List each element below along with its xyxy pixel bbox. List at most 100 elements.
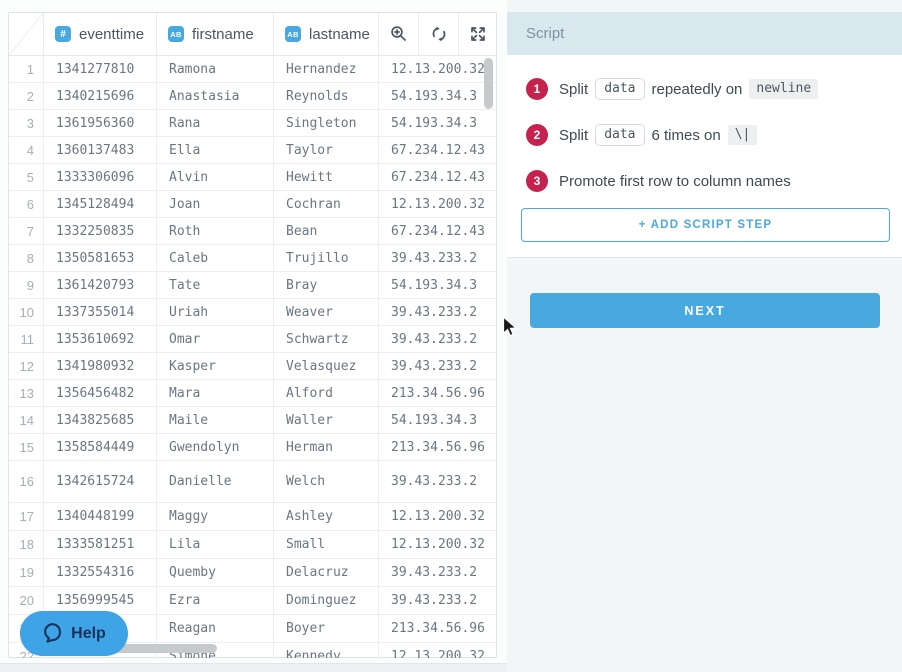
cell-col4[interactable]: 39.43.233.2	[378, 559, 496, 586]
table-row[interactable]: 2 1340215696 Anastasia Reynolds 54.193.3…	[9, 83, 496, 110]
cell-eventtime[interactable]: 1350581653	[43, 245, 156, 271]
cell-firstname[interactable]: Alvin	[156, 164, 273, 190]
cell-lastname[interactable]: Reynolds	[273, 83, 378, 109]
cell-firstname[interactable]: Uriah	[156, 299, 273, 325]
cell-col4[interactable]: 213.34.56.96	[378, 380, 496, 406]
table-row[interactable]: 6 1345128494 Joan Cochran 12.13.200.32	[9, 191, 496, 218]
cell-col4[interactable]: 54.193.34.3	[378, 272, 496, 298]
cell-firstname[interactable]: Danielle	[156, 461, 273, 502]
cell-col4[interactable]: 39.43.233.2	[378, 245, 496, 271]
table-row[interactable]: 17 1340448199 Maggy Ashley 12.13.200.32	[9, 503, 496, 531]
cell-lastname[interactable]: Alford	[273, 380, 378, 406]
table-row[interactable]: 8 1350581653 Caleb Trujillo 39.43.233.2	[9, 245, 496, 272]
cell-col4[interactable]: 12.13.200.32	[378, 643, 496, 658]
script-step[interactable]: 1 Splitdatarepeatedly onnewline	[526, 66, 902, 112]
cell-col4[interactable]: 12.13.200.32	[378, 56, 496, 82]
cell-lastname[interactable]: Waller	[273, 407, 378, 433]
cell-col4[interactable]: 54.193.34.3	[378, 110, 496, 136]
expand-button[interactable]	[458, 13, 496, 55]
vertical-scrollbar[interactable]	[484, 58, 493, 109]
cell-eventtime[interactable]: 1341277810	[43, 56, 156, 82]
cell-firstname[interactable]: Joan	[156, 191, 273, 217]
cell-lastname[interactable]: Trujillo	[273, 245, 378, 271]
cell-lastname[interactable]: Taylor	[273, 137, 378, 163]
table-row[interactable]: 14 1343825685 Maile Waller 54.193.34.3	[9, 407, 496, 434]
cell-firstname[interactable]: Ella	[156, 137, 273, 163]
table-row[interactable]: 13 1356456482 Mara Alford 213.34.56.96	[9, 380, 496, 407]
cell-col4[interactable]: 39.43.233.2	[378, 353, 496, 379]
add-script-step-button[interactable]: + ADD SCRIPT STEP	[521, 208, 890, 242]
cell-firstname[interactable]: Tate	[156, 272, 273, 298]
table-row[interactable]: 19 1332554316 Quemby Delacruz 39.43.233.…	[9, 559, 496, 587]
column-header-eventtime[interactable]: # eventtime	[43, 13, 156, 55]
cell-eventtime[interactable]: 1340215696	[43, 83, 156, 109]
cell-lastname[interactable]: Velasquez	[273, 353, 378, 379]
cell-firstname[interactable]: Maile	[156, 407, 273, 433]
table-row[interactable]: 4 1360137483 Ella Taylor 67.234.12.43	[9, 137, 496, 164]
cell-firstname[interactable]: Roth	[156, 218, 273, 244]
table-row[interactable]: 3 1361956360 Rana Singleton 54.193.34.3	[9, 110, 496, 137]
cell-lastname[interactable]: Schwartz	[273, 326, 378, 352]
script-step[interactable]: 3 Promote first row to column names	[526, 158, 902, 204]
table-row[interactable]: 18 1333581251 Lila Small 12.13.200.32	[9, 531, 496, 559]
cell-lastname[interactable]: Hewitt	[273, 164, 378, 190]
cell-lastname[interactable]: Herman	[273, 434, 378, 460]
cell-lastname[interactable]: Dominguez	[273, 587, 378, 614]
cell-col4[interactable]: 12.13.200.32	[378, 503, 496, 530]
table-row[interactable]: 10 1337355014 Uriah Weaver 39.43.233.2	[9, 299, 496, 326]
cell-eventtime[interactable]: 1356456482	[43, 380, 156, 406]
cell-eventtime[interactable]: 1358584449	[43, 434, 156, 460]
cell-lastname[interactable]: Singleton	[273, 110, 378, 136]
cell-lastname[interactable]: Boyer	[273, 615, 378, 642]
cell-col4[interactable]: 39.43.233.2	[378, 326, 496, 352]
table-row[interactable]: 15 1358584449 Gwendolyn Herman 213.34.56…	[9, 434, 496, 461]
cell-firstname[interactable]: Gwendolyn	[156, 434, 273, 460]
cell-col4[interactable]: 39.43.233.2	[378, 299, 496, 325]
cell-col4[interactable]: 213.34.56.96	[378, 615, 496, 642]
cell-col4[interactable]: 39.43.233.2	[378, 461, 496, 502]
cell-eventtime[interactable]: 1333306096	[43, 164, 156, 190]
cell-eventtime[interactable]: 1332250835	[43, 218, 156, 244]
cell-lastname[interactable]: Cochran	[273, 191, 378, 217]
table-row[interactable]: 7 1332250835 Roth Bean 67.234.12.43	[9, 218, 496, 245]
script-step[interactable]: 2 Splitdata6 times on\|	[526, 112, 902, 158]
cell-lastname[interactable]: Welch	[273, 461, 378, 502]
cell-firstname[interactable]: Mara	[156, 380, 273, 406]
cell-col4[interactable]: 12.13.200.32	[378, 191, 496, 217]
cell-lastname[interactable]: Small	[273, 531, 378, 558]
cell-col4[interactable]: 67.234.12.43	[378, 164, 496, 190]
cell-eventtime[interactable]: 1340448199	[43, 503, 156, 530]
table-row[interactable]: 1 1341277810 Ramona Hernandez 12.13.200.…	[9, 56, 496, 83]
table-row[interactable]: 11 1353610692 Omar Schwartz 39.43.233.2	[9, 326, 496, 353]
table-row[interactable]: 9 1361420793 Tate Bray 54.193.34.3	[9, 272, 496, 299]
step-token[interactable]: \|	[728, 125, 758, 145]
zoom-in-button[interactable]	[378, 13, 418, 55]
cell-eventtime[interactable]: 1333581251	[43, 531, 156, 558]
table-row[interactable]: 16 1342615724 Danielle Welch 39.43.233.2	[9, 461, 496, 503]
cell-eventtime[interactable]: 1343825685	[43, 407, 156, 433]
table-row[interactable]: 5 1333306096 Alvin Hewitt 67.234.12.43	[9, 164, 496, 191]
cell-eventtime[interactable]: 1360137483	[43, 137, 156, 163]
cell-eventtime[interactable]: 1353610692	[43, 326, 156, 352]
refresh-button[interactable]	[418, 13, 458, 55]
cell-firstname[interactable]: Rana	[156, 110, 273, 136]
cell-firstname[interactable]: Kasper	[156, 353, 273, 379]
cell-eventtime[interactable]: 1356999545	[43, 587, 156, 614]
cell-firstname[interactable]: Anastasia	[156, 83, 273, 109]
column-header-lastname[interactable]: AB lastname	[273, 13, 378, 55]
cell-lastname[interactable]: Kennedy	[273, 643, 378, 658]
cell-eventtime[interactable]: 1341980932	[43, 353, 156, 379]
cell-eventtime[interactable]: 1342615724	[43, 461, 156, 502]
cell-eventtime[interactable]: 1332554316	[43, 559, 156, 586]
cell-col4[interactable]: 213.34.56.96	[378, 434, 496, 460]
cell-lastname[interactable]: Bray	[273, 272, 378, 298]
cell-lastname[interactable]: Delacruz	[273, 559, 378, 586]
cell-firstname[interactable]: Ramona	[156, 56, 273, 82]
cell-col4[interactable]: 54.193.34.3	[378, 407, 496, 433]
help-button[interactable]: Help	[20, 611, 128, 656]
step-token[interactable]: newline	[749, 79, 818, 99]
cell-firstname[interactable]: Quemby	[156, 559, 273, 586]
cell-col4[interactable]: 54.193.34.3	[378, 83, 496, 109]
cell-firstname[interactable]: Caleb	[156, 245, 273, 271]
cell-col4[interactable]: 39.43.233.2	[378, 587, 496, 614]
